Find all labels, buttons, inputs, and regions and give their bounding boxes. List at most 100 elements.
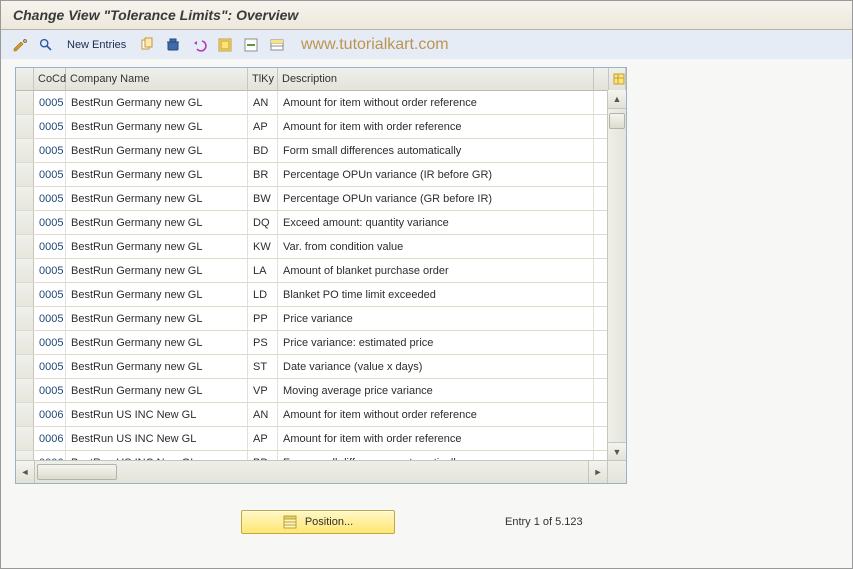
- cell-cocd[interactable]: 0005: [34, 139, 66, 162]
- cell-company-name[interactable]: BestRun US INC New GL: [66, 403, 248, 426]
- cell-company-name[interactable]: BestRun Germany new GL: [66, 379, 248, 402]
- cell-company-name[interactable]: BestRun Germany new GL: [66, 211, 248, 234]
- row-selector[interactable]: [16, 379, 34, 402]
- cell-description[interactable]: Moving average price variance: [278, 379, 594, 402]
- cell-description[interactable]: Amount for item without order reference: [278, 91, 594, 114]
- table-row[interactable]: 0005BestRun Germany new GLDQExceed amoun…: [16, 211, 626, 235]
- cell-cocd[interactable]: 0006: [34, 403, 66, 426]
- cell-company-name[interactable]: BestRun Germany new GL: [66, 283, 248, 306]
- cell-cocd[interactable]: 0005: [34, 115, 66, 138]
- cell-company-name[interactable]: BestRun Germany new GL: [66, 91, 248, 114]
- row-selector[interactable]: [16, 91, 34, 114]
- cell-company-name[interactable]: BestRun Germany new GL: [66, 235, 248, 258]
- table-row[interactable]: 0005BestRun Germany new GLBRPercentage O…: [16, 163, 626, 187]
- scroll-up-button[interactable]: ▲: [608, 90, 626, 109]
- cell-tlky[interactable]: AN: [248, 403, 278, 426]
- table-row[interactable]: 0005BestRun Germany new GLBDForm small d…: [16, 139, 626, 163]
- cell-cocd[interactable]: 0005: [34, 331, 66, 354]
- cell-tlky[interactable]: ST: [248, 355, 278, 378]
- table-row[interactable]: 0005BestRun Germany new GLBWPercentage O…: [16, 187, 626, 211]
- table-row[interactable]: 0005BestRun Germany new GLKWVar. from co…: [16, 235, 626, 259]
- cell-tlky[interactable]: AN: [248, 91, 278, 114]
- row-selector[interactable]: [16, 211, 34, 234]
- cell-tlky[interactable]: AP: [248, 427, 278, 450]
- scroll-left-button[interactable]: ◄: [16, 461, 35, 483]
- vertical-scrollbar[interactable]: ▲ ▼: [607, 90, 626, 461]
- cell-tlky[interactable]: BW: [248, 187, 278, 210]
- cell-company-name[interactable]: BestRun Germany new GL: [66, 331, 248, 354]
- cell-description[interactable]: Price variance: estimated price: [278, 331, 594, 354]
- delete-button[interactable]: [162, 34, 184, 56]
- cell-description[interactable]: Percentage OPUn variance (IR before GR): [278, 163, 594, 186]
- cell-cocd[interactable]: 0005: [34, 163, 66, 186]
- cell-tlky[interactable]: LD: [248, 283, 278, 306]
- column-selector[interactable]: [16, 68, 34, 90]
- cell-company-name[interactable]: BestRun Germany new GL: [66, 163, 248, 186]
- row-selector[interactable]: [16, 259, 34, 282]
- row-selector[interactable]: [16, 139, 34, 162]
- table-row[interactable]: 0005BestRun Germany new GLANAmount for i…: [16, 91, 626, 115]
- row-selector[interactable]: [16, 163, 34, 186]
- cell-company-name[interactable]: BestRun US INC New GL: [66, 427, 248, 450]
- cell-cocd[interactable]: 0005: [34, 187, 66, 210]
- cell-description[interactable]: Percentage OPUn variance (GR before IR): [278, 187, 594, 210]
- horizontal-scrollbar[interactable]: ◄ ►: [16, 460, 626, 483]
- row-selector[interactable]: [16, 331, 34, 354]
- table-settings-button[interactable]: [608, 68, 626, 90]
- row-selector[interactable]: [16, 187, 34, 210]
- select-all-button[interactable]: [214, 34, 236, 56]
- cell-company-name[interactable]: BestRun Germany new GL: [66, 187, 248, 210]
- cell-description[interactable]: Amount for item with order reference: [278, 115, 594, 138]
- copy-button[interactable]: [136, 34, 158, 56]
- new-entries-button[interactable]: New Entries: [61, 34, 132, 56]
- cell-company-name[interactable]: BestRun Germany new GL: [66, 139, 248, 162]
- deselect-all-button[interactable]: [240, 34, 262, 56]
- cell-description[interactable]: Date variance (value x days): [278, 355, 594, 378]
- table-row[interactable]: 0005BestRun Germany new GLLDBlanket PO t…: [16, 283, 626, 307]
- cell-cocd[interactable]: 0005: [34, 211, 66, 234]
- cell-cocd[interactable]: 0005: [34, 355, 66, 378]
- column-company-name[interactable]: Company Name: [66, 68, 248, 90]
- cell-description[interactable]: Amount for item with order reference: [278, 427, 594, 450]
- cell-description[interactable]: Form small differences automatically: [278, 139, 594, 162]
- column-cocd[interactable]: CoCd: [34, 68, 66, 90]
- cell-description[interactable]: Amount for item without order reference: [278, 403, 594, 426]
- row-selector[interactable]: [16, 403, 34, 426]
- table-row[interactable]: 0005BestRun Germany new GLPSPrice varian…: [16, 331, 626, 355]
- cell-description[interactable]: Price variance: [278, 307, 594, 330]
- cell-tlky[interactable]: VP: [248, 379, 278, 402]
- cell-company-name[interactable]: BestRun Germany new GL: [66, 355, 248, 378]
- cell-tlky[interactable]: LA: [248, 259, 278, 282]
- cell-tlky[interactable]: PS: [248, 331, 278, 354]
- cell-cocd[interactable]: 0005: [34, 379, 66, 402]
- cell-description[interactable]: Amount of blanket purchase order: [278, 259, 594, 282]
- row-selector[interactable]: [16, 235, 34, 258]
- cell-tlky[interactable]: BR: [248, 163, 278, 186]
- table-row[interactable]: 0006BestRun US INC New GLAPAmount for it…: [16, 427, 626, 451]
- cell-cocd[interactable]: 0005: [34, 91, 66, 114]
- cell-tlky[interactable]: KW: [248, 235, 278, 258]
- cell-cocd[interactable]: 0005: [34, 235, 66, 258]
- cell-tlky[interactable]: AP: [248, 115, 278, 138]
- cell-description[interactable]: Blanket PO time limit exceeded: [278, 283, 594, 306]
- scroll-right-button[interactable]: ►: [588, 461, 607, 483]
- cell-tlky[interactable]: BD: [248, 139, 278, 162]
- row-selector[interactable]: [16, 115, 34, 138]
- cell-cocd[interactable]: 0005: [34, 283, 66, 306]
- position-button[interactable]: Position...: [241, 510, 395, 534]
- horizontal-scroll-track[interactable]: [37, 465, 217, 479]
- print-button[interactable]: [266, 34, 288, 56]
- column-tlky[interactable]: TlKy: [248, 68, 278, 90]
- cell-tlky[interactable]: DQ: [248, 211, 278, 234]
- undo-button[interactable]: [188, 34, 210, 56]
- table-row[interactable]: 0005BestRun Germany new GLAPAmount for i…: [16, 115, 626, 139]
- scroll-down-button[interactable]: ▼: [608, 442, 626, 461]
- cell-cocd[interactable]: 0006: [34, 427, 66, 450]
- column-description[interactable]: Description: [278, 68, 594, 90]
- row-selector[interactable]: [16, 355, 34, 378]
- cell-description[interactable]: Exceed amount: quantity variance: [278, 211, 594, 234]
- cell-company-name[interactable]: BestRun Germany new GL: [66, 307, 248, 330]
- cell-company-name[interactable]: BestRun Germany new GL: [66, 115, 248, 138]
- find-button[interactable]: [35, 34, 57, 56]
- cell-cocd[interactable]: 0005: [34, 259, 66, 282]
